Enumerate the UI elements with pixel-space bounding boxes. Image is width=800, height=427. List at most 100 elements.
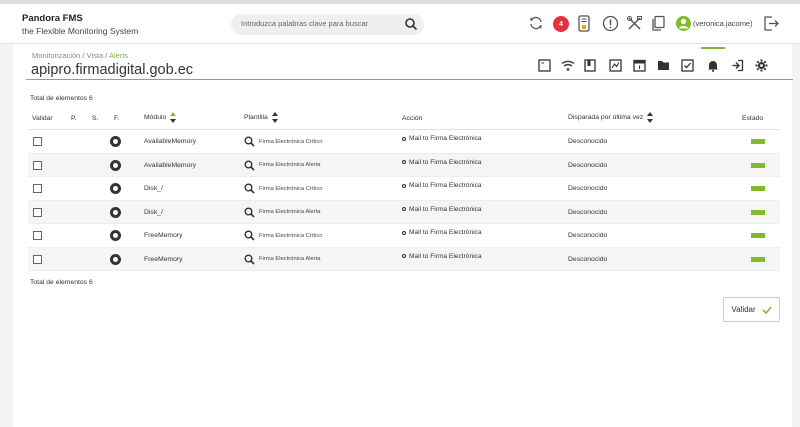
- magnifier-icon[interactable]: [244, 136, 255, 147]
- row-template[interactable]: Firma Electrónica Alerta: [244, 207, 321, 218]
- warning-icon[interactable]: [600, 13, 620, 33]
- page-title: apipro.firmadigital.gob.ec: [31, 62, 194, 78]
- bullet-icon: [402, 207, 406, 211]
- manage-agent-icon[interactable]: [536, 57, 552, 73]
- table-row: AvailableMemory Firma Electrónica Alerta…: [28, 153, 780, 177]
- gear-icon[interactable]: [753, 57, 769, 73]
- validate-button[interactable]: Validar: [723, 297, 780, 322]
- template-name: Firma Electrónica Alerta: [259, 256, 321, 262]
- refresh-icon[interactable]: [526, 13, 546, 33]
- validate-checkbox[interactable]: [33, 160, 42, 170]
- row-module: Disk_/: [144, 208, 163, 216]
- header-disparada-sort[interactable]: Disparada por última vez: [568, 112, 654, 123]
- status-indicator: [751, 162, 765, 168]
- magnifier-icon[interactable]: [244, 183, 255, 194]
- magnifier-icon[interactable]: [244, 230, 255, 241]
- bullet-icon: [402, 254, 406, 258]
- breadcrumb-view[interactable]: Vista: [87, 51, 104, 60]
- fired-indicator: [110, 159, 121, 171]
- notification-badge[interactable]: 4: [553, 16, 569, 32]
- logout-icon[interactable]: [761, 13, 781, 33]
- validate-checkbox[interactable]: [33, 254, 42, 264]
- template-name: Firma Electrónica Crítico: [259, 232, 323, 239]
- checklist-icon[interactable]: [679, 57, 695, 73]
- logout-alerts-icon[interactable]: [729, 57, 745, 73]
- template-name: Firma Electrónica Crítico: [259, 185, 323, 192]
- validate-checkbox[interactable]: [33, 207, 42, 217]
- table-row: Disk_/ Firma Electrónica Crítico Mail to…: [28, 177, 780, 201]
- action-name: Mail to Firma Electrónica: [409, 182, 482, 189]
- graph-icon[interactable]: [607, 57, 623, 73]
- status-indicator: [751, 209, 765, 215]
- action-name: Mail to Firma Electrónica: [409, 135, 482, 142]
- template-name: Firma Electrónica Alerta: [259, 209, 321, 215]
- breadcrumb-current: Alerts: [109, 51, 129, 60]
- template-name: Firma Electrónica Crítico: [259, 138, 323, 145]
- sort-arrows-icon[interactable]: [271, 112, 278, 123]
- user-name[interactable]: (veronica.jacome): [693, 19, 753, 28]
- magnifier-icon[interactable]: [244, 254, 255, 265]
- bullet-icon: [402, 160, 406, 164]
- action-name: Mail to Firma Electrónica: [409, 229, 482, 236]
- breadcrumb-monitoring[interactable]: Monitorización: [32, 51, 80, 60]
- header-disparada: Disparada por última vez: [568, 114, 644, 121]
- row-template[interactable]: Firma Electrónica Crítico: [244, 230, 322, 241]
- validate-checkbox[interactable]: [33, 184, 42, 193]
- row-action: Mail to Firma Electrónica: [402, 229, 482, 236]
- row-last-fired: Desconocido: [568, 232, 608, 239]
- validate-checkbox[interactable]: [33, 231, 42, 240]
- search-icon[interactable]: [404, 17, 418, 36]
- row-template[interactable]: Firma Electrónica Alerta: [244, 160, 321, 171]
- search-input[interactable]: Introduzca palabras clave para buscar: [241, 19, 368, 28]
- copy-icon[interactable]: [648, 13, 668, 33]
- user-avatar-icon[interactable]: [673, 13, 693, 33]
- calendar-icon[interactable]: [631, 57, 647, 73]
- row-last-fired: Desconocido: [568, 208, 608, 216]
- header-validar: Validar: [32, 115, 53, 122]
- magnifier-icon[interactable]: [244, 207, 255, 218]
- active-tab-indicator: [701, 47, 725, 49]
- fired-indicator: [110, 183, 121, 194]
- status-indicator: [751, 233, 765, 238]
- brand[interactable]: Pandora FMS the Flexible Monitoring Syst…: [22, 13, 138, 36]
- row-module: FreeMemory: [144, 255, 183, 263]
- table-row: Disk_/ Firma Electrónica Alerta Mail to …: [28, 200, 780, 224]
- server-alert-icon[interactable]: [574, 13, 594, 33]
- fired-indicator: [110, 253, 121, 265]
- top-header: Pandora FMS the Flexible Monitoring Syst…: [0, 4, 800, 44]
- search-box[interactable]: Introduzca palabras clave para buscar: [231, 14, 424, 35]
- sort-arrows-icon[interactable]: [170, 112, 177, 123]
- table-row: AvailableMemory Firma Electrónica Crític…: [28, 130, 780, 154]
- row-module: FreeMemory: [144, 232, 183, 239]
- row-module: Disk_/: [144, 185, 163, 192]
- header-accion: Acción: [402, 115, 423, 122]
- brand-subtitle: the Flexible Monitoring System: [22, 26, 139, 36]
- folder-icon[interactable]: [655, 57, 671, 73]
- breadcrumb: Monitorización / Vista / Alerts: [32, 51, 128, 60]
- magnifier-icon[interactable]: [244, 160, 255, 171]
- bell-icon[interactable]: [705, 57, 721, 73]
- validate-checkbox[interactable]: [33, 137, 42, 146]
- status-indicator: [751, 139, 765, 144]
- header-f: F.: [114, 115, 120, 122]
- header-plantilla-sort[interactable]: Plantilla: [244, 112, 278, 123]
- bullet-icon: [402, 230, 406, 235]
- wifi-icon[interactable]: [560, 57, 576, 73]
- header-modulo-sort[interactable]: Módulo: [144, 112, 177, 123]
- header-p: P.: [71, 115, 77, 122]
- row-last-fired: Desconocido: [568, 255, 608, 263]
- row-template[interactable]: Firma Electrónica Alerta: [244, 254, 321, 265]
- bullet-icon: [402, 136, 406, 141]
- action-name: Mail to Firma Electrónica: [409, 205, 482, 213]
- sort-arrows-icon[interactable]: [647, 112, 654, 123]
- row-action: Mail to Firma Electrónica: [402, 206, 482, 213]
- row-module: AvailableMemory: [144, 138, 197, 145]
- row-template[interactable]: Firma Electrónica Crítico: [244, 183, 322, 194]
- row-action: Mail to Firma Electrónica: [402, 182, 482, 189]
- tools-icon[interactable]: [624, 13, 644, 33]
- book-icon[interactable]: [582, 57, 598, 73]
- row-template[interactable]: Firma Electrónica Crítico: [244, 136, 322, 147]
- header-estado: Estado: [742, 115, 764, 122]
- validate-button-label: Validar: [731, 305, 756, 314]
- header-plantilla: Plantilla: [244, 114, 268, 121]
